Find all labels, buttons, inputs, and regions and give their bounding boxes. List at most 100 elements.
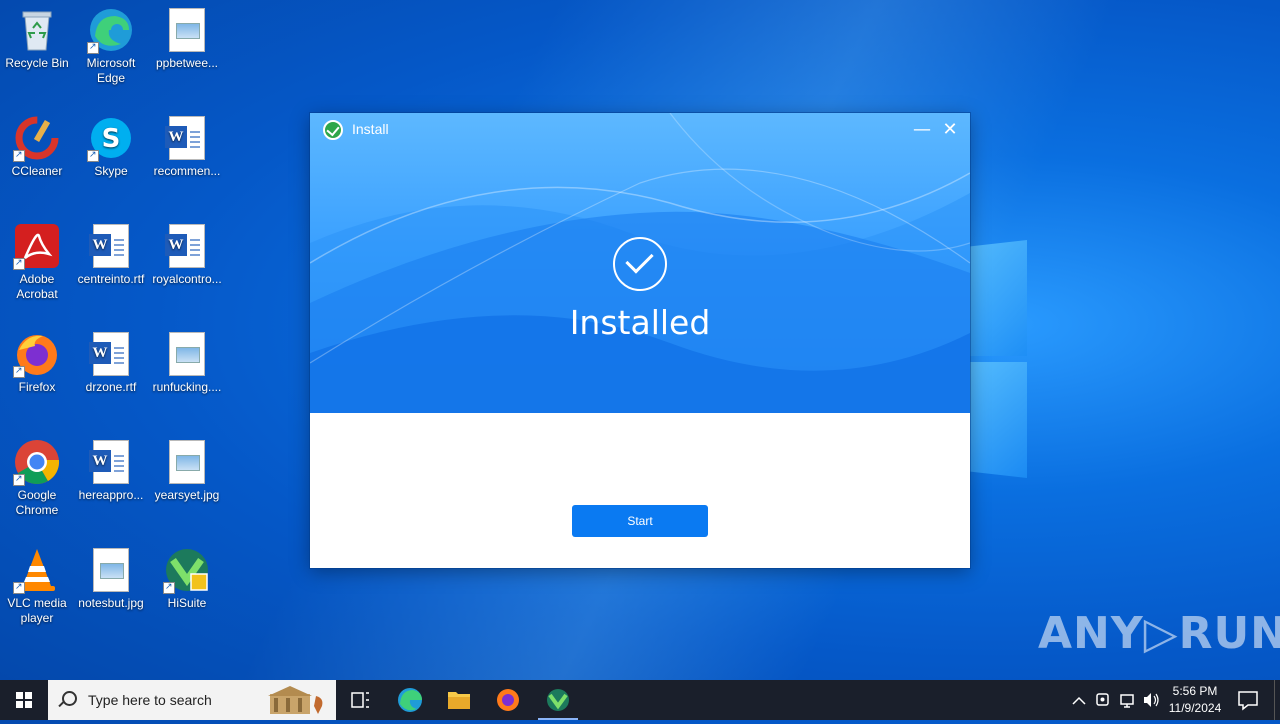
- taskbar-search-box[interactable]: Type here to search: [48, 680, 336, 720]
- icon-label: Microsoft Edge: [86, 56, 136, 85]
- clock-date: 11/9/2024: [1168, 701, 1222, 715]
- image-file-icon: [163, 438, 211, 486]
- taskbar-file-explorer[interactable]: [435, 680, 483, 720]
- desktop-file-runfucking[interactable]: runfucking....: [150, 330, 224, 395]
- volume-icon[interactable]: [1144, 693, 1159, 707]
- desktop-file-centreinto[interactable]: W centreinto.rtf: [74, 222, 148, 287]
- icon-label: VLC media player: [7, 596, 67, 625]
- acrobat-icon: [13, 222, 61, 271]
- taskbar-edge[interactable]: [386, 680, 434, 720]
- icon-label: Recycle Bin: [5, 56, 69, 70]
- desktop-file-ppbetwee[interactable]: ppbetwee...: [150, 6, 224, 71]
- start-button[interactable]: Start: [572, 505, 708, 537]
- icon-label: CCleaner: [11, 164, 63, 178]
- icon-label: ppbetwee...: [155, 56, 219, 70]
- edge-icon: [87, 6, 135, 55]
- image-file-icon: [87, 546, 135, 594]
- chevron-up-icon[interactable]: [1072, 696, 1086, 705]
- action-center-button[interactable]: [1228, 680, 1276, 720]
- desktop-icon-vlc[interactable]: VLC media player: [0, 546, 74, 626]
- desktop-icon-hisuite[interactable]: HiSuite: [150, 546, 224, 611]
- icon-label: recommen...: [153, 164, 221, 178]
- icon-label: centreinto.rtf: [77, 272, 145, 286]
- checkmark-circle-icon: [613, 237, 667, 291]
- taskbar-clock[interactable]: 5:56 PM 11/9/2024: [1166, 683, 1224, 717]
- search-placeholder: Type here to search: [88, 692, 212, 708]
- ccleaner-icon: [13, 114, 61, 163]
- window-title: Install: [352, 121, 389, 137]
- desktop-file-yearsyet[interactable]: yearsyet.jpg: [150, 438, 224, 503]
- notification-icon: [1238, 691, 1258, 711]
- shortcut-arrow-icon: [13, 256, 25, 271]
- edge-icon: [398, 688, 422, 712]
- anyrun-watermark: ANY▷RUN: [1038, 608, 1280, 659]
- word-document-icon: W: [163, 114, 211, 162]
- shortcut-arrow-icon: [13, 580, 25, 595]
- installer-titlebar[interactable]: Install — ✕: [310, 113, 970, 147]
- icon-label: Firefox: [18, 380, 56, 394]
- hisuite-icon: [163, 546, 211, 595]
- wallpaper-windows-logo: [965, 240, 1030, 480]
- desktop-icon-adobe-acrobat[interactable]: Adobe Acrobat: [0, 222, 74, 302]
- icon-label: notesbut.jpg: [78, 596, 144, 610]
- installer-hero-banner: Install — ✕ Installed: [310, 113, 970, 413]
- desktop-file-royalcontro[interactable]: W royalcontro...: [150, 222, 224, 287]
- desktop-icon-recycle-bin[interactable]: Recycle Bin: [0, 6, 74, 71]
- search-icon: [62, 691, 77, 706]
- close-button[interactable]: ✕: [938, 119, 962, 141]
- show-desktop-divider[interactable]: [1274, 680, 1275, 720]
- desktop-icon-skype[interactable]: S Skype: [74, 114, 148, 179]
- icon-label: HiSuite: [167, 596, 207, 610]
- taskbar: Type here to search 5:56 PM 11/9/2024: [0, 680, 1280, 720]
- network-icon[interactable]: [1120, 694, 1134, 708]
- desktop-icon-firefox[interactable]: Firefox: [0, 330, 74, 395]
- hisuite-icon: [547, 689, 569, 711]
- skype-icon: S: [87, 114, 135, 163]
- desktop-file-notesbut[interactable]: notesbut.jpg: [74, 546, 148, 611]
- hisuite-logo-icon: [323, 120, 343, 140]
- word-document-icon: W: [87, 222, 135, 270]
- firefox-icon: [497, 689, 519, 711]
- shortcut-arrow-icon: [163, 580, 175, 595]
- desktop-file-recommen[interactable]: W recommen...: [150, 114, 224, 179]
- word-document-icon: W: [163, 222, 211, 270]
- icon-label: drzone.rtf: [85, 380, 137, 394]
- meet-now-icon[interactable]: [1096, 693, 1109, 706]
- image-file-icon: [163, 6, 211, 54]
- icon-label: Skype: [94, 164, 128, 178]
- icon-label: hereappro...: [78, 488, 144, 502]
- icon-label: Adobe Acrobat: [16, 272, 58, 301]
- desktop-file-drzone[interactable]: W drzone.rtf: [74, 330, 148, 395]
- search-highlight-icon: [268, 686, 323, 714]
- shortcut-arrow-icon: [87, 40, 99, 55]
- system-tray: [1068, 680, 1164, 720]
- installer-window: Install — ✕ Installed Start: [310, 113, 970, 568]
- recycle-bin-icon: [13, 6, 61, 54]
- shortcut-arrow-icon: [13, 472, 25, 487]
- desktop-icon-ccleaner[interactable]: CCleaner: [0, 114, 74, 179]
- word-document-icon: W: [87, 438, 135, 486]
- firefox-icon: [13, 330, 61, 379]
- word-document-icon: W: [87, 330, 135, 378]
- taskbar-hisuite[interactable]: [534, 680, 582, 720]
- desktop-file-hereappro[interactable]: W hereappro...: [74, 438, 148, 503]
- task-view-button[interactable]: [336, 680, 384, 720]
- start-menu-button[interactable]: [0, 680, 48, 720]
- svg-text:S: S: [102, 124, 121, 154]
- windows-logo-icon: [16, 692, 32, 708]
- shortcut-arrow-icon: [13, 148, 25, 163]
- install-status-text: Installed: [569, 303, 711, 342]
- vlc-cone-icon: [13, 546, 61, 595]
- taskbar-firefox[interactable]: [484, 680, 532, 720]
- clock-time: 5:56 PM: [1172, 684, 1218, 698]
- icon-label: yearsyet.jpg: [154, 488, 220, 502]
- chrome-icon: [13, 438, 61, 487]
- image-file-icon: [163, 330, 211, 378]
- minimize-button[interactable]: —: [910, 119, 934, 141]
- icon-label: royalcontro...: [152, 272, 222, 286]
- icon-label: runfucking....: [152, 380, 222, 394]
- shortcut-arrow-icon: [87, 148, 99, 163]
- desktop-icon-microsoft-edge[interactable]: Microsoft Edge: [74, 6, 148, 86]
- desktop-icon-google-chrome[interactable]: Google Chrome: [0, 438, 74, 518]
- icon-label: Google Chrome: [15, 488, 59, 517]
